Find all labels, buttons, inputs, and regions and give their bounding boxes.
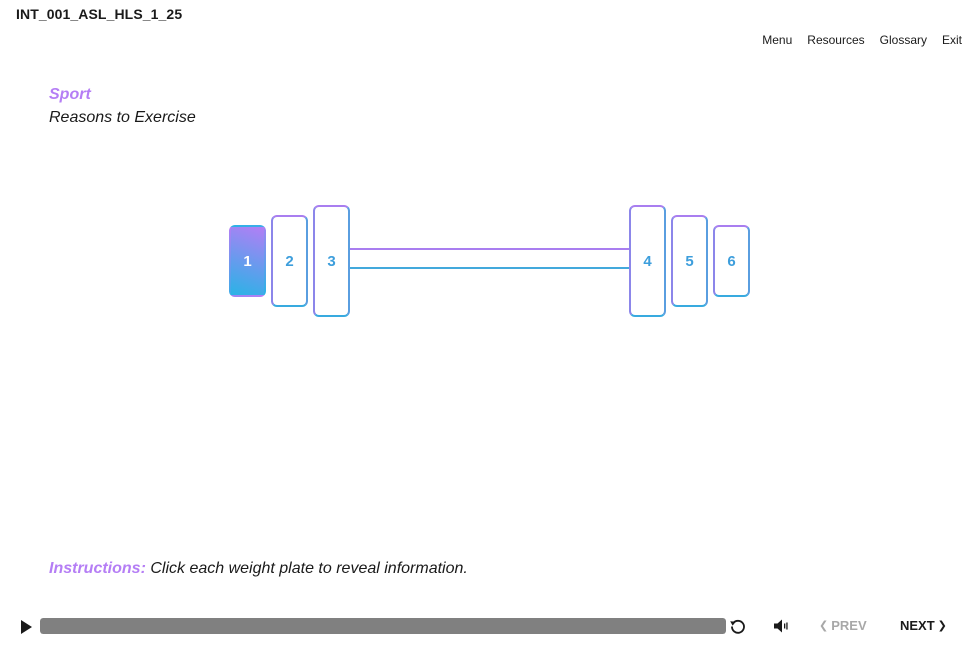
- top-nav: Menu Resources Glossary Exit: [762, 33, 962, 47]
- glossary-link[interactable]: Glossary: [880, 33, 927, 47]
- weight-plate-1[interactable]: 1: [229, 225, 266, 297]
- next-button[interactable]: NEXT ❯: [900, 618, 947, 633]
- replay-icon[interactable]: [729, 617, 747, 635]
- weight-plate-label: 6: [727, 252, 736, 270]
- menu-link[interactable]: Menu: [762, 33, 792, 47]
- next-label: NEXT: [900, 618, 935, 633]
- course-id: INT_001_ASL_HLS_1_25: [16, 6, 183, 22]
- volume-icon[interactable]: [772, 617, 790, 635]
- weight-plate-3[interactable]: 3: [313, 205, 350, 317]
- prev-label: PREV: [831, 618, 867, 633]
- slide-title: Reasons to Exercise: [49, 109, 196, 126]
- weight-plate-label: 4: [643, 252, 652, 270]
- barbell-graphic: 1 2 3 4 5 6: [0, 0, 978, 656]
- weight-plate-4[interactable]: 4: [629, 205, 666, 317]
- chevron-right-icon: ❯: [937, 620, 947, 632]
- weight-plate-label: 3: [327, 252, 336, 270]
- media-player-bar: ❮ PREV NEXT ❯: [0, 612, 978, 642]
- weight-plate-label: 5: [685, 252, 694, 270]
- exit-link[interactable]: Exit: [942, 33, 962, 47]
- instructions: Instructions: Click each weight plate to…: [49, 560, 468, 578]
- weight-plate-6[interactable]: 6: [713, 225, 750, 297]
- instructions-text: Click each weight plate to reveal inform…: [145, 560, 468, 577]
- weight-plate-label: 1: [243, 252, 252, 270]
- instructions-label: Instructions:: [49, 560, 146, 577]
- progress-bar[interactable]: [40, 618, 726, 634]
- weight-plate-label: 2: [285, 252, 294, 270]
- play-icon[interactable]: [21, 620, 32, 634]
- resources-link[interactable]: Resources: [807, 33, 864, 47]
- weight-plate-5[interactable]: 5: [671, 215, 708, 307]
- progress-fill: [40, 618, 726, 634]
- prev-button[interactable]: ❮ PREV: [819, 618, 867, 633]
- slide-subject: Sport: [49, 86, 91, 103]
- weight-plate-2[interactable]: 2: [271, 215, 308, 307]
- barbell-bar: [347, 248, 631, 269]
- chevron-left-icon: ❮: [819, 620, 829, 632]
